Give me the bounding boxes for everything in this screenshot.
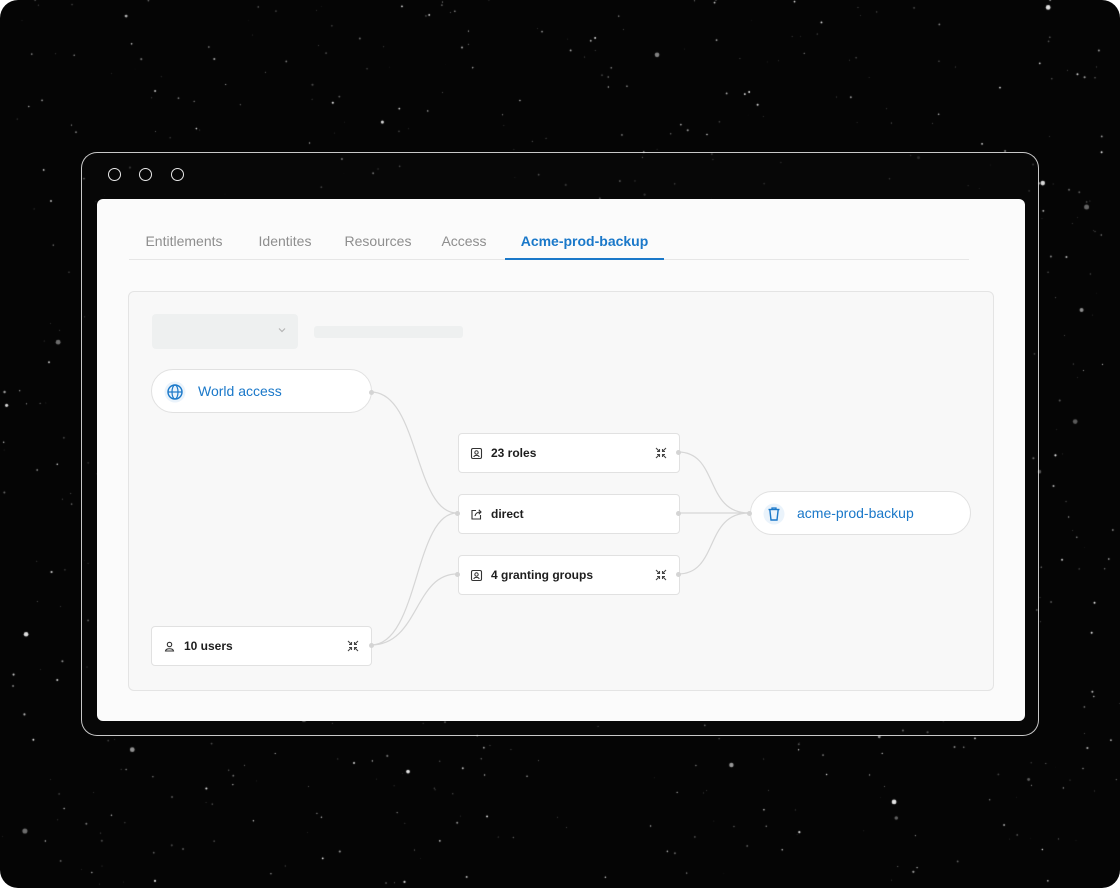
window-control-dot[interactable] bbox=[171, 168, 184, 181]
direct-node[interactable]: direct bbox=[458, 494, 680, 534]
resource-label: acme-prod-backup bbox=[797, 505, 914, 521]
edge-port bbox=[676, 450, 681, 455]
collapse-icon[interactable] bbox=[655, 447, 667, 459]
edge-port bbox=[676, 511, 681, 516]
id-badge-icon bbox=[470, 447, 483, 460]
collapse-icon[interactable] bbox=[655, 569, 667, 581]
resource-node[interactable]: acme-prod-backup bbox=[750, 491, 971, 535]
collapse-icon[interactable] bbox=[347, 640, 359, 652]
window-control-dot[interactable] bbox=[139, 168, 152, 181]
content-panel: Entitlements Identites Resources Access … bbox=[97, 199, 1025, 721]
window-control-dot[interactable] bbox=[108, 168, 121, 181]
roles-label: 23 roles bbox=[491, 446, 537, 460]
edge-roles-to-resource bbox=[677, 451, 750, 514]
edge-groups-to-resource bbox=[677, 512, 750, 575]
trash-bucket-icon bbox=[763, 503, 785, 525]
tab-bar: Entitlements Identites Resources Access … bbox=[129, 223, 969, 260]
users-label: 10 users bbox=[184, 639, 233, 653]
tab-resources[interactable]: Resources bbox=[331, 223, 425, 259]
tab-entitlements[interactable]: Entitlements bbox=[129, 223, 239, 259]
tab-acme-prod-backup[interactable]: Acme-prod-backup bbox=[505, 223, 664, 260]
user-icon bbox=[164, 641, 175, 652]
edge-port bbox=[369, 390, 374, 395]
users-node[interactable]: 10 users bbox=[151, 626, 372, 666]
access-graph: World access 10 users 23 roles direct 4 … bbox=[128, 291, 994, 691]
edge-users-to-direct bbox=[370, 512, 458, 646]
edge-port bbox=[676, 572, 681, 577]
granting-groups-node[interactable]: 4 granting groups bbox=[458, 555, 680, 595]
edge-world-to-direct bbox=[370, 391, 458, 514]
id-badge-icon bbox=[470, 569, 483, 582]
world-access-label: World access bbox=[198, 383, 282, 399]
tab-access[interactable]: Access bbox=[425, 223, 503, 259]
share-arrow-icon bbox=[471, 509, 482, 520]
edge-port bbox=[369, 643, 374, 648]
globe-icon bbox=[164, 381, 186, 403]
edge-port bbox=[747, 511, 752, 516]
world-access-node[interactable]: World access bbox=[151, 369, 372, 413]
edge-port bbox=[455, 511, 460, 516]
desktop-background: Entitlements Identites Resources Access … bbox=[0, 0, 1120, 888]
roles-node[interactable]: 23 roles bbox=[458, 433, 680, 473]
direct-label: direct bbox=[491, 507, 524, 521]
granting-groups-label: 4 granting groups bbox=[491, 568, 593, 582]
tab-identites[interactable]: Identites bbox=[239, 223, 331, 259]
edge-port bbox=[455, 572, 460, 577]
